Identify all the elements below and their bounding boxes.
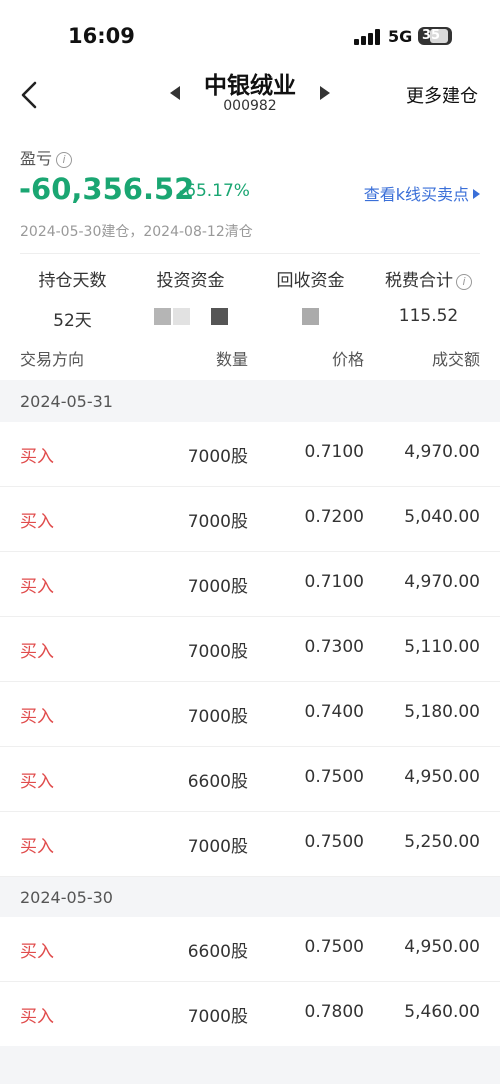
trade-amount: 4,950.00	[404, 767, 480, 787]
trade-price: 0.7100	[304, 442, 364, 462]
trade-price: 0.7500	[304, 937, 364, 957]
battery-level: 35	[422, 28, 441, 43]
trade-amount: 4,970.00	[404, 572, 480, 592]
trade-quantity: 7000股	[187, 447, 248, 467]
stat-label: 税费合计 i	[366, 266, 491, 291]
trade-price: 0.7100	[304, 572, 364, 592]
trade-amount: 5,040.00	[404, 507, 480, 527]
trade-direction: 买入	[20, 447, 54, 467]
next-stock-icon[interactable]	[320, 86, 330, 100]
trade-direction: 买入	[20, 642, 54, 662]
trade-quantity: 7000股	[187, 512, 248, 532]
status-time: 16:09	[68, 24, 135, 48]
info-icon[interactable]: i	[456, 274, 472, 290]
table-row[interactable]: 买入 7000股 0.7800 5,460.00	[0, 982, 500, 1047]
stat-label: 投资资金	[156, 271, 225, 291]
trade-price: 0.7200	[304, 507, 364, 527]
network-type: 5G	[388, 27, 413, 46]
stat-value: 115.52	[398, 306, 459, 326]
masked-value	[128, 306, 253, 328]
trade-amount: 5,250.00	[404, 832, 480, 852]
trade-quantity: 6600股	[187, 942, 248, 962]
stat-label: 持仓天数	[38, 271, 107, 291]
date-group-header: 2024-05-31	[0, 380, 500, 422]
trade-price: 0.7300	[304, 637, 364, 657]
trade-direction: 买入	[20, 577, 54, 597]
col-amount: 成交额	[431, 350, 480, 369]
kline-link-text: 查看k线买卖点	[363, 185, 469, 204]
table-row[interactable]: 买入 7000股 0.7100 4,970.00	[0, 552, 500, 617]
pnl-label-text: 盈亏	[20, 149, 53, 168]
trade-quantity: 7000股	[187, 577, 248, 597]
trade-amount: 4,970.00	[404, 442, 480, 462]
battery-icon: 35	[418, 27, 452, 45]
masked-value	[248, 306, 373, 328]
page-bottom-background	[0, 1046, 500, 1084]
table-row[interactable]: 买入 7000股 0.7400 5,180.00	[0, 682, 500, 747]
triangle-right-icon	[473, 189, 480, 199]
signal-icon	[354, 29, 382, 45]
date-group-header: 2024-05-30	[0, 877, 500, 917]
stat-recover: 回收资金	[248, 266, 373, 328]
info-icon[interactable]: i	[56, 152, 73, 168]
trade-direction: 买入	[20, 707, 54, 727]
table-header: 交易方向 数量 价格 成交额	[0, 336, 500, 380]
pnl-label: 盈亏 i	[20, 145, 73, 169]
trade-direction: 买入	[20, 512, 54, 532]
trade-direction: 买入	[20, 942, 54, 962]
col-price: 价格	[331, 350, 364, 369]
stats-row: 持仓天数 52天 投资资金 回收资金 税费合计 i 115.52	[0, 266, 500, 336]
pnl-value: -60,356.52	[19, 172, 195, 206]
trade-quantity: 7000股	[187, 707, 248, 727]
status-bar: 16:09 5G 35	[0, 0, 500, 60]
trade-quantity: 7000股	[187, 837, 248, 857]
divider	[20, 253, 480, 254]
trade-direction: 买入	[20, 772, 54, 792]
stat-hold-days: 持仓天数 52天	[10, 266, 135, 331]
stat-label: 回收资金	[276, 271, 345, 291]
trade-price: 0.7500	[304, 767, 364, 787]
trade-quantity: 7000股	[187, 642, 248, 662]
table-row[interactable]: 买入 7000股 0.7200 5,040.00	[0, 487, 500, 552]
trade-quantity: 7000股	[187, 1007, 248, 1027]
trade-direction: 买入	[20, 837, 54, 857]
nav-bar: 中银绒业 000982 更多建仓	[0, 60, 500, 130]
trade-amount: 5,460.00	[404, 1002, 480, 1022]
kline-trade-points-link[interactable]: 查看k线买卖点	[364, 181, 480, 205]
more-positions-button[interactable]: 更多建仓	[406, 82, 478, 108]
position-date-range: 2024-05-30建仓，2024-08-12清仓	[20, 224, 253, 240]
table-row[interactable]: 买入 7000股 0.7100 4,970.00	[0, 422, 500, 487]
col-direction: 交易方向	[20, 350, 85, 369]
trade-quantity: 6600股	[187, 772, 248, 792]
stat-fees: 税费合计 i 115.52	[366, 266, 491, 328]
table-row[interactable]: 买入 6600股 0.7500 4,950.00	[0, 917, 500, 982]
table-row[interactable]: 买入 7000股 0.7300 5,110.00	[0, 617, 500, 682]
trade-amount: 5,110.00	[404, 637, 480, 657]
stat-invest: 投资资金	[128, 266, 253, 328]
trade-amount: 4,950.00	[404, 937, 480, 957]
table-row[interactable]: 买入 6600股 0.7500 4,950.00	[0, 747, 500, 812]
trade-price: 0.7400	[304, 702, 364, 722]
fees-label-text: 税费合计	[385, 271, 453, 291]
stat-value: 52天	[53, 311, 92, 331]
col-quantity: 数量	[215, 350, 248, 369]
group-date: 2024-05-31	[20, 392, 113, 411]
table-row[interactable]: 买入 7000股 0.7500 5,250.00	[0, 812, 500, 877]
group-date: 2024-05-30	[20, 888, 113, 907]
trade-direction: 买入	[20, 1007, 54, 1027]
trade-amount: 5,180.00	[404, 702, 480, 722]
trade-price: 0.7800	[304, 1002, 364, 1022]
pnl-percent: -65.17%	[179, 181, 250, 201]
trade-price: 0.7500	[304, 832, 364, 852]
